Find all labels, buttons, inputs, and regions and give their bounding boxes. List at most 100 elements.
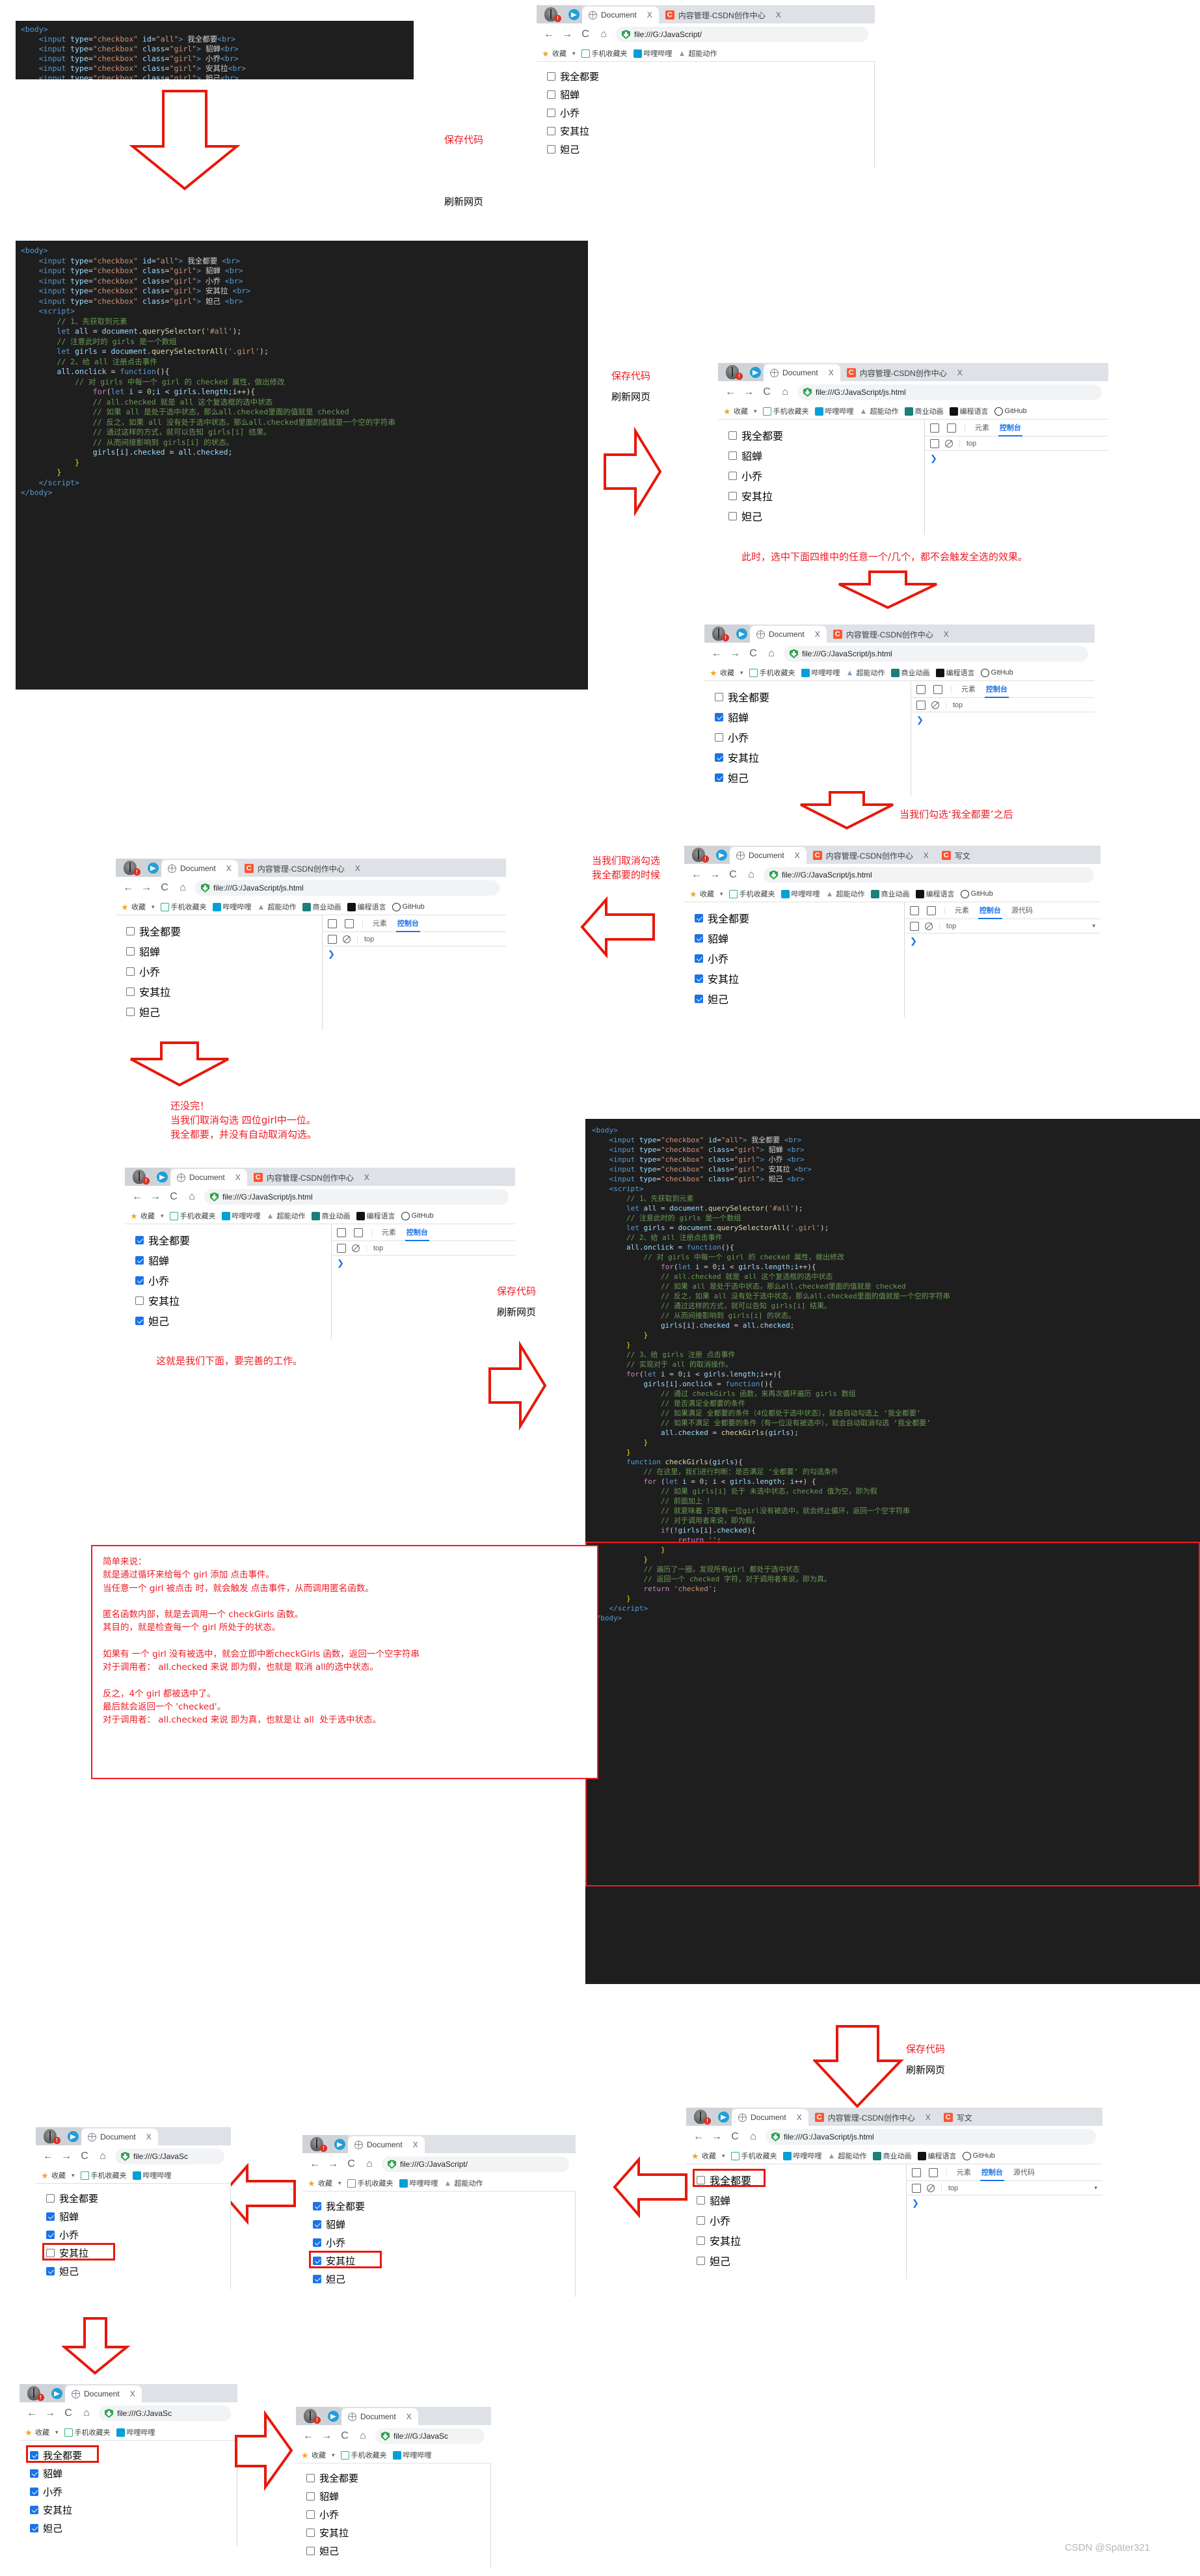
home-icon[interactable]: ⌂ (357, 2430, 369, 2442)
close-icon[interactable]: X (130, 2389, 135, 2398)
bookmark-2[interactable]: 手机收藏夹 (749, 667, 795, 678)
checkbox-row[interactable]: 妲己 (30, 2521, 237, 2535)
checkbox-1[interactable] (695, 913, 703, 922)
checkbox-row[interactable]: 妲己 (306, 2544, 490, 2558)
home-icon[interactable]: ⌂ (177, 882, 189, 894)
checkbox-4[interactable] (547, 127, 555, 135)
address-bar[interactable]: file:///G:/JavaSc (115, 2149, 224, 2164)
bookmark-3[interactable]: 哔哩哔哩 (116, 2427, 155, 2437)
checkbox-4[interactable] (728, 491, 737, 500)
checkbox-row[interactable]: 妲己 (135, 1313, 331, 1328)
reload-icon[interactable]: C (159, 882, 170, 894)
checkbox-row[interactable]: 小乔 (46, 2228, 230, 2242)
forward-icon[interactable]: → (44, 2408, 56, 2419)
checkbox-row[interactable]: 妲己 (313, 2272, 575, 2286)
devtools-tab-元素[interactable]: 元素 (974, 420, 991, 436)
profile-button[interactable]: ! (718, 363, 747, 381)
checkbox-row[interactable]: 小乔 (695, 950, 904, 966)
reload-icon[interactable]: C (747, 648, 759, 660)
checkbox-3[interactable] (697, 2216, 705, 2225)
reload-icon[interactable]: C (580, 29, 591, 40)
checkbox-3[interactable] (306, 2510, 315, 2519)
bookmark-1[interactable]: ★ 收藏 (691, 2151, 716, 2161)
forward-icon[interactable]: → (709, 869, 721, 881)
checkbox-row[interactable]: 小乔 (135, 1272, 331, 1288)
bookmark-1[interactable]: ★ 收藏 (542, 48, 567, 59)
checkbox-row[interactable]: 妲己 (728, 508, 924, 524)
checkbox-5[interactable] (715, 773, 723, 782)
close-icon[interactable]: X (235, 1173, 241, 1182)
checkbox-row[interactable]: 貂蝉 (547, 88, 874, 101)
checkbox-row[interactable]: 安其拉 (30, 2503, 237, 2517)
tab-document[interactable]: Document X (732, 2109, 808, 2126)
profile-button[interactable]: ! (302, 2135, 331, 2153)
checkbox-3[interactable] (728, 471, 737, 480)
forward-icon[interactable]: → (140, 882, 152, 894)
close-icon[interactable]: X (944, 630, 949, 639)
bookmark-7[interactable]: GitHub (962, 2151, 995, 2160)
bookmark-7[interactable]: GitHub (980, 668, 1013, 677)
checkbox-3[interactable] (126, 967, 135, 976)
bookmark-1[interactable]: ★ 收藏 (710, 667, 734, 678)
cursor-select-icon[interactable] (328, 919, 337, 928)
bookmark-4[interactable]: ▲ 超能动作 (678, 48, 717, 59)
home-icon[interactable]: ⌂ (745, 869, 757, 881)
console-prompt[interactable]: ❯ (907, 2195, 1102, 2211)
address-bar[interactable]: file:///G:/JavaScript/js.html (204, 1189, 509, 1205)
devtools-tab-元素[interactable]: 元素 (953, 902, 970, 919)
home-icon[interactable]: ⌂ (186, 1191, 198, 1203)
devtools-tab-控制台[interactable]: 控制台 (978, 902, 1002, 919)
bookmark-3[interactable]: 哔哩哔哩 (212, 902, 252, 912)
bookmark-2[interactable]: 手机收藏夹 (80, 2170, 127, 2180)
bookmark-caret-icon[interactable]: ▾ (720, 891, 723, 898)
execute-icon[interactable] (912, 2183, 921, 2193)
checkbox-2[interactable] (135, 1255, 144, 1265)
checkbox-row[interactable]: 安其拉 (42, 2243, 230, 2261)
devtools-tab-元素[interactable]: 元素 (371, 915, 388, 932)
telegram-icon[interactable] (713, 846, 730, 864)
back-icon[interactable]: ← (543, 29, 555, 40)
bookmark-2[interactable]: 手机收藏夹 (169, 1211, 216, 1221)
checkbox-4[interactable] (30, 2506, 38, 2514)
console-prompt[interactable]: ❯ (905, 933, 1100, 949)
address-bar[interactable]: file:///G:/JavaSc (375, 2428, 485, 2444)
close-icon[interactable]: X (957, 368, 963, 377)
tab-document[interactable]: Document X (341, 2408, 418, 2425)
checkbox-4[interactable] (695, 974, 703, 983)
console-prompt[interactable]: ❯ (332, 1255, 515, 1271)
tab-document[interactable]: Document X (65, 2385, 142, 2402)
profile-button[interactable]: ! (684, 846, 713, 864)
bookmark-7[interactable]: GitHub (994, 407, 1027, 416)
execute-icon[interactable] (930, 438, 939, 448)
browser-window-3[interactable]: ! Document X C 内容管理-CSDN创作中心 X ← → C ⌂ file:///G:/… (704, 624, 1095, 796)
checkbox-row[interactable]: 小乔 (728, 468, 924, 483)
bookmark-1[interactable]: ★ 收藏 (25, 2427, 49, 2437)
browser-window-4[interactable]: ! Document X C 内容管理-CSDN创作中心 X ← → C ⌂ file:///G:/… (116, 859, 506, 1030)
address-bar[interactable]: file:///G:/JavaScript/js.html (797, 384, 1102, 400)
device-toolbar-icon[interactable] (345, 919, 354, 928)
bookmark-7[interactable]: GitHub (392, 902, 425, 911)
reload-icon[interactable]: C (729, 2131, 741, 2143)
close-icon[interactable]: X (146, 2132, 152, 2141)
checkbox-1[interactable] (30, 2451, 38, 2460)
device-toolbar-icon[interactable] (933, 684, 942, 694)
console-context-selector[interactable]: top (953, 701, 963, 709)
execute-icon[interactable] (328, 934, 337, 944)
checkbox-row[interactable]: 貂蝉 (695, 930, 904, 946)
clear-console-icon[interactable] (945, 439, 953, 448)
tab-document[interactable]: Document X (161, 860, 238, 877)
close-icon[interactable]: X (795, 851, 800, 860)
back-icon[interactable]: ← (691, 869, 702, 881)
bookmark-2[interactable]: 手机收藏夹 (762, 406, 809, 416)
bookmark-3[interactable]: 哔哩哔哩 (814, 406, 854, 416)
device-toolbar-icon[interactable] (947, 423, 956, 433)
address-bar[interactable]: file:///G:/JavaSc (99, 2406, 231, 2421)
tab-csdn[interactable]: C 内容管理-CSDN创作中心 X (806, 847, 935, 864)
home-icon[interactable]: ⌂ (766, 648, 777, 660)
checkbox-row[interactable]: 安其拉 (135, 1293, 331, 1308)
profile-button[interactable]: ! (537, 5, 565, 23)
checkbox-2[interactable] (728, 451, 737, 460)
close-icon[interactable]: X (776, 10, 781, 20)
bookmark-6[interactable]: 编程语言 (356, 1211, 395, 1221)
checkbox-1[interactable] (313, 2202, 321, 2210)
